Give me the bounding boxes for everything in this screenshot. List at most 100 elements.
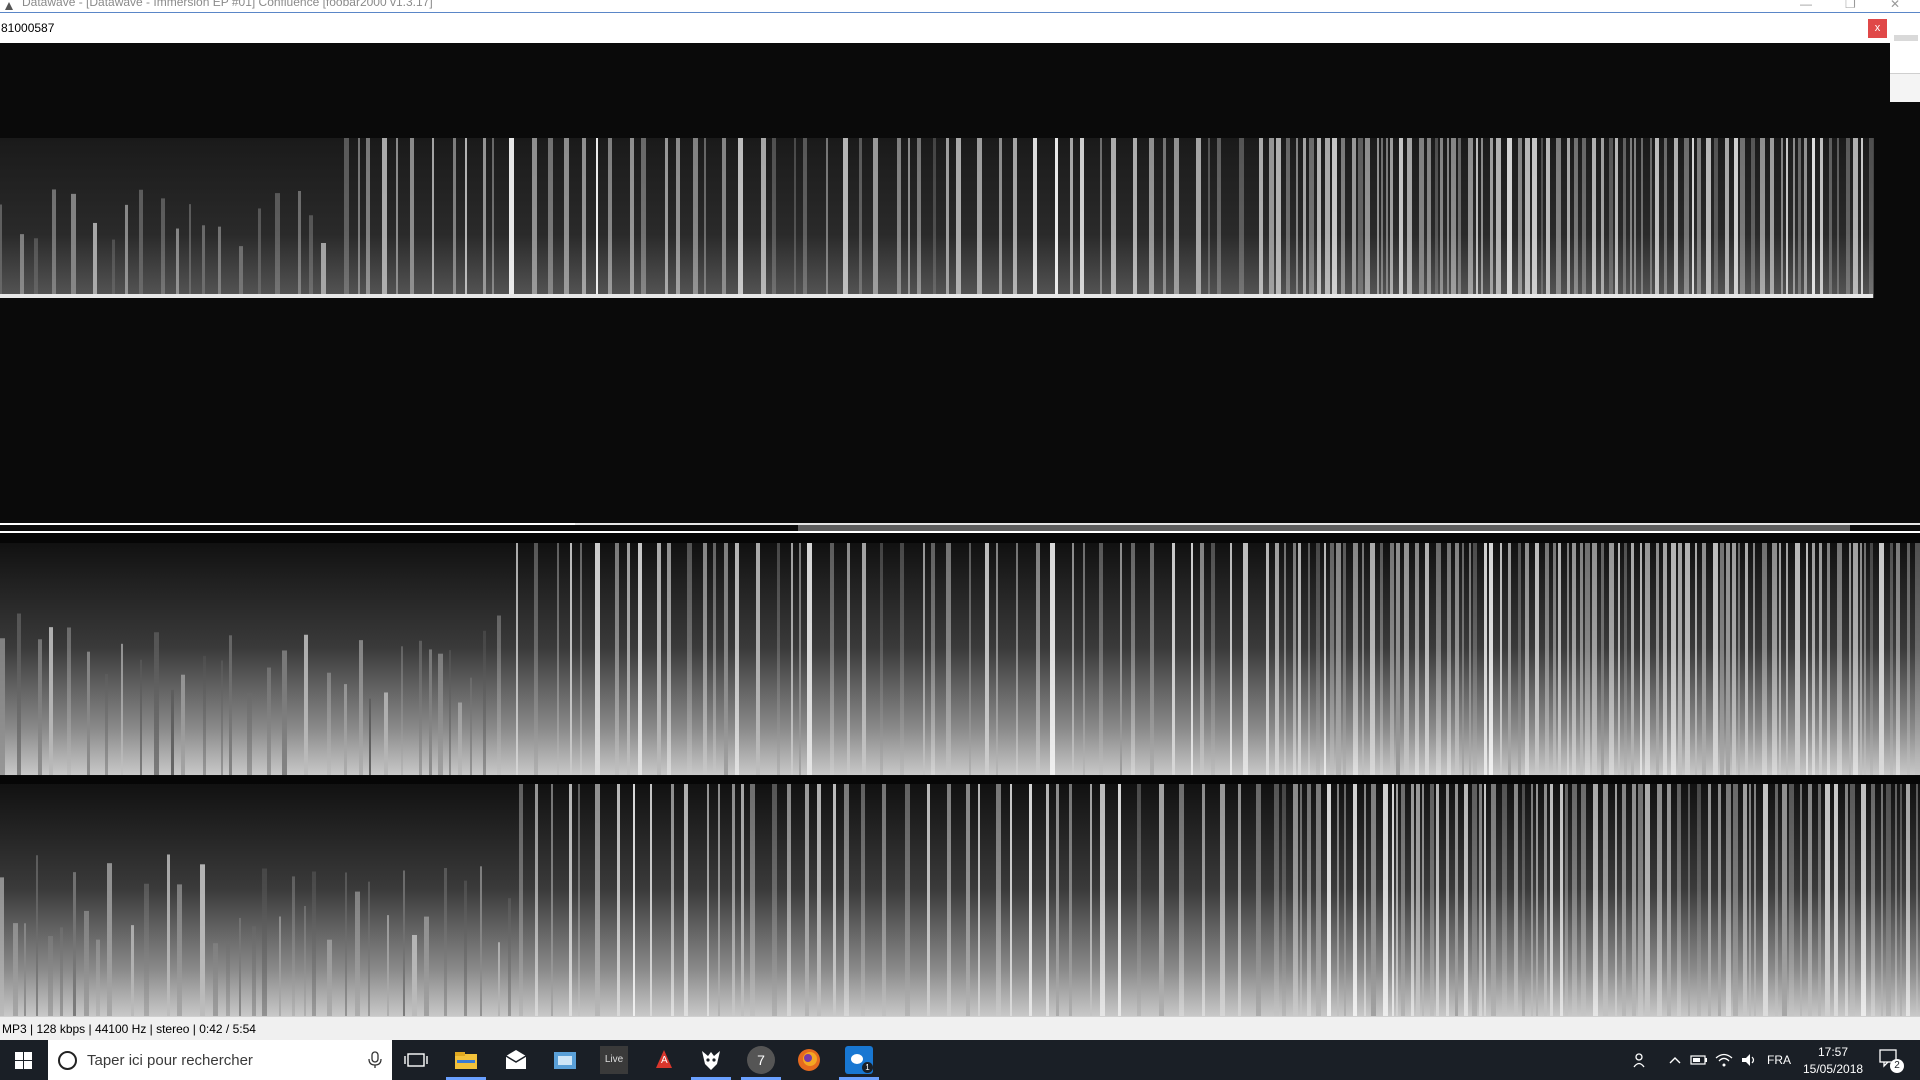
people-icon[interactable]: [1632, 1051, 1650, 1069]
spectrogram-stripe: [807, 543, 812, 775]
spectrogram-stripe: [480, 866, 482, 1016]
spectrogram-stripe: [1507, 138, 1512, 298]
spectrogram-stripe: [1558, 543, 1561, 775]
task-view-icon[interactable]: [402, 1046, 430, 1074]
spectrogram-stripe: [615, 543, 619, 775]
spectrogram-stripe: [1150, 543, 1154, 775]
taskbar-search-box[interactable]: Taper ici pour rechercher: [48, 1040, 392, 1080]
spectrogram-right[interactable]: [0, 776, 1920, 1016]
spectrogram-stripe: [1869, 138, 1874, 298]
spectrogram-stripe: [131, 925, 134, 1016]
spectrogram-stripe: [833, 784, 836, 1016]
spectrogram-stripe: [1685, 543, 1690, 775]
minimize-button[interactable]: —: [1800, 0, 1812, 11]
spectrogram-stripe: [1353, 784, 1357, 1016]
spectrogram-stripe: [1582, 138, 1586, 298]
spectrogram-stripe: [1422, 784, 1424, 1016]
spectrogram-stripe: [366, 138, 370, 298]
spectrogram-stripe: [1697, 784, 1701, 1016]
window-title-bar[interactable]: Datawave - [Datawave - Immersion EP #01]…: [0, 0, 1920, 13]
spectrogram-stripe: [732, 784, 735, 1016]
spectrogram-stripe: [1829, 138, 1832, 298]
spectrogram-stripe: [1592, 543, 1597, 775]
app-7-icon[interactable]: 7: [747, 1046, 775, 1074]
spectrogram-stripe: [1364, 784, 1366, 1016]
spectrogram-stripe: [595, 784, 600, 1016]
spectrogram-stripe: [1732, 543, 1736, 775]
spectrogram-stripe: [1353, 543, 1358, 775]
spectrogram-stripe: [1436, 543, 1441, 775]
show-hidden-icons-chevron-up-icon[interactable]: [1668, 1053, 1682, 1067]
maximize-button[interactable]: ❐: [1845, 0, 1856, 11]
spectrogram-stripe: [1749, 784, 1751, 1016]
spectrogram-stripe: [582, 138, 586, 298]
side-scroll-segment[interactable]: [1894, 35, 1918, 41]
spectrogram-stripe: [1274, 784, 1279, 1016]
spectrogram-stripe: [1284, 543, 1286, 775]
microphone-icon[interactable]: [366, 1051, 384, 1069]
panel-close-button[interactable]: x: [1868, 19, 1887, 38]
language-indicator[interactable]: FRA: [1767, 1053, 1791, 1067]
spectrogram-stripe: [946, 543, 951, 775]
app-a-icon[interactable]: A: [650, 1046, 678, 1074]
spectrogram-stripe: [1407, 138, 1412, 298]
spectrogram-stripe: [1846, 138, 1850, 298]
clock-time: 17:57: [1818, 1045, 1849, 1059]
spectrogram-mono[interactable]: [0, 43, 1890, 523]
spectrogram-stripe: [1300, 784, 1302, 1016]
start-button[interactable]: [0, 1040, 48, 1080]
spectrogram-stripe: [1149, 138, 1154, 298]
spectrogram-stripe: [154, 632, 159, 775]
spectrogram-stripe: [1871, 784, 1875, 1016]
spectrogram-stripe: [1601, 138, 1604, 298]
ableton-live-icon[interactable]: Live: [600, 1046, 628, 1074]
spectrogram-stripe: [1861, 784, 1866, 1016]
spectrogram-stripe: [1725, 138, 1729, 298]
spectrogram-stripe: [1468, 138, 1473, 298]
spectrogram-stripe: [843, 138, 848, 298]
foobar-icon[interactable]: [697, 1046, 725, 1074]
messenger-icon[interactable]: 1: [845, 1046, 873, 1074]
spectrogram-stripe: [756, 543, 760, 775]
spectrogram-stripe: [1804, 138, 1807, 298]
store-icon[interactable]: [551, 1046, 579, 1074]
spectrogram-stripe: [676, 138, 680, 298]
spectrogram-stripe: [171, 689, 174, 775]
spectrogram-stripe: [1016, 543, 1018, 775]
spectrogram-stripe: [1479, 784, 1482, 1016]
spectrogram-stripe: [1850, 784, 1855, 1016]
windows-taskbar: Taper ici pour rechercher Live A 7 1 FRA…: [0, 1040, 1920, 1080]
status-text: MP3 | 128 kbps | 44100 Hz | stereo | 0:4…: [2, 1022, 256, 1036]
spectrogram-stripe: [1327, 784, 1331, 1016]
file-explorer-icon[interactable]: [452, 1046, 480, 1074]
spectrogram-stripe: [1131, 543, 1135, 775]
spectrogram-stripe: [1678, 543, 1682, 775]
volume-icon[interactable]: [1740, 1052, 1758, 1068]
action-center-button[interactable]: 2: [1878, 1048, 1906, 1074]
wifi-icon[interactable]: [1715, 1052, 1733, 1068]
battery-icon[interactable]: [1690, 1053, 1708, 1067]
firefox-icon[interactable]: [795, 1046, 823, 1074]
spectrogram-stripe: [931, 543, 935, 775]
spectrogram-stripe: [905, 784, 910, 1016]
spectrogram-stripe: [1535, 543, 1539, 775]
spectrogram-stripe: [724, 543, 728, 775]
spectrogram-stripe: [1881, 784, 1883, 1016]
spectrogram-stripe: [1419, 138, 1424, 298]
spectrogram-stripe: [569, 784, 572, 1016]
spectrogram-stripe: [1380, 543, 1383, 775]
spectrogram-stripe: [267, 667, 271, 775]
mail-icon[interactable]: [502, 1046, 530, 1074]
spectrogram-stripe: [1440, 138, 1443, 298]
spectrogram-stripe: [1100, 138, 1102, 298]
spectrogram-stripe: [1546, 138, 1550, 298]
spectrogram-stripe: [917, 138, 921, 298]
spectrogram-stripe: [595, 543, 600, 775]
spectrogram-stripe: [861, 784, 865, 1016]
window-close-button[interactable]: ✕: [1890, 0, 1900, 11]
spectrogram-stripe: [1243, 543, 1248, 775]
spectrogram-stripe: [252, 926, 256, 1016]
spectrogram-left[interactable]: [0, 533, 1920, 775]
spectrogram-stripe: [1476, 138, 1478, 298]
clock[interactable]: 17:57 15/05/2018: [1800, 1043, 1863, 1077]
